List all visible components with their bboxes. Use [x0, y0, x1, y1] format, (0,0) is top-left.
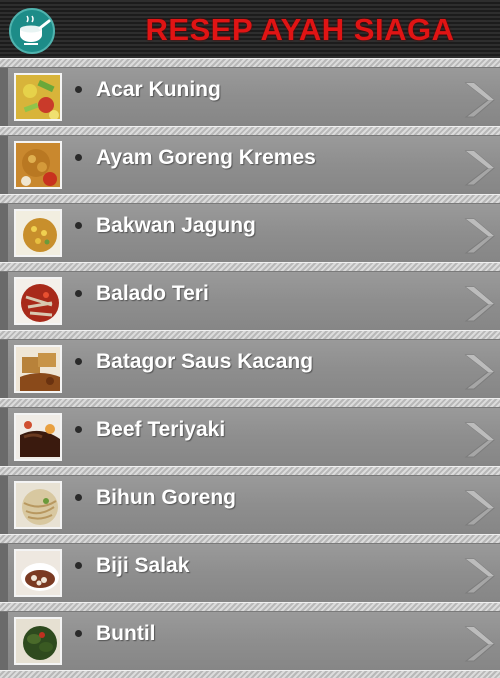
recipe-label: Acar Kuning [96, 78, 221, 101]
chevron-right-icon[interactable] [460, 148, 496, 188]
recipe-thumbnail [14, 73, 62, 121]
row-divider [0, 670, 500, 678]
recipe-label: Bakwan Jagung [96, 214, 256, 237]
recipe-item[interactable]: Batagor Saus Kacang [0, 340, 500, 398]
recipe-label: Bihun Goreng [96, 486, 236, 509]
recipe-thumbnail [14, 209, 62, 257]
recipe-label: Batagor Saus Kacang [96, 350, 314, 373]
bullet-icon [75, 426, 82, 433]
app-title: RESEP AYAH SIAGA [145, 12, 455, 47]
row-divider [0, 194, 500, 204]
recipe-item[interactable]: Bihun Goreng [0, 476, 500, 534]
chevron-right-icon[interactable] [460, 420, 496, 460]
recipe-label: Beef Teriyaki [96, 418, 226, 441]
recipe-item[interactable]: Bakwan Jagung [0, 204, 500, 262]
bullet-icon [75, 222, 82, 229]
recipe-thumbnail [14, 617, 62, 665]
recipe-item[interactable]: Beef Teriyaki [0, 408, 500, 466]
chevron-right-icon[interactable] [460, 556, 496, 596]
app-header: RESEP AYAH SIAGA [0, 0, 500, 62]
chevron-right-icon[interactable] [460, 624, 496, 664]
recipe-item[interactable]: Balado Teri [0, 272, 500, 330]
row-divider [0, 602, 500, 612]
bullet-icon [75, 154, 82, 161]
row-divider [0, 466, 500, 476]
recipe-label: Buntil [96, 622, 156, 645]
recipe-item[interactable]: Biji Salak [0, 544, 500, 602]
recipe-thumbnail [14, 141, 62, 189]
recipe-label: Balado Teri [96, 282, 209, 305]
bullet-icon [75, 86, 82, 93]
recipe-label: Biji Salak [96, 554, 190, 577]
bullet-icon [75, 562, 82, 569]
recipe-item[interactable]: Buntil [0, 612, 500, 670]
recipe-label: Ayam Goreng Kremes [96, 146, 316, 169]
recipe-thumbnail [14, 345, 62, 393]
recipe-item[interactable]: Ayam Goreng Kremes [0, 136, 500, 194]
recipe-thumbnail [14, 277, 62, 325]
row-divider [0, 58, 500, 68]
bullet-icon [75, 358, 82, 365]
row-divider [0, 126, 500, 136]
bullet-icon [75, 494, 82, 501]
recipe-thumbnail [14, 481, 62, 529]
recipe-thumbnail [14, 549, 62, 597]
recipe-thumbnail [14, 413, 62, 461]
chevron-right-icon[interactable] [460, 488, 496, 528]
chevron-right-icon[interactable] [460, 284, 496, 324]
chevron-right-icon[interactable] [460, 80, 496, 120]
row-divider [0, 534, 500, 544]
row-divider [0, 330, 500, 340]
bullet-icon [75, 290, 82, 297]
chevron-right-icon[interactable] [460, 216, 496, 256]
chevron-right-icon[interactable] [460, 352, 496, 392]
cooking-pot-icon[interactable] [9, 8, 55, 54]
row-divider [0, 262, 500, 272]
recipe-item[interactable]: Acar Kuning [0, 68, 500, 126]
bullet-icon [75, 630, 82, 637]
row-divider [0, 398, 500, 408]
